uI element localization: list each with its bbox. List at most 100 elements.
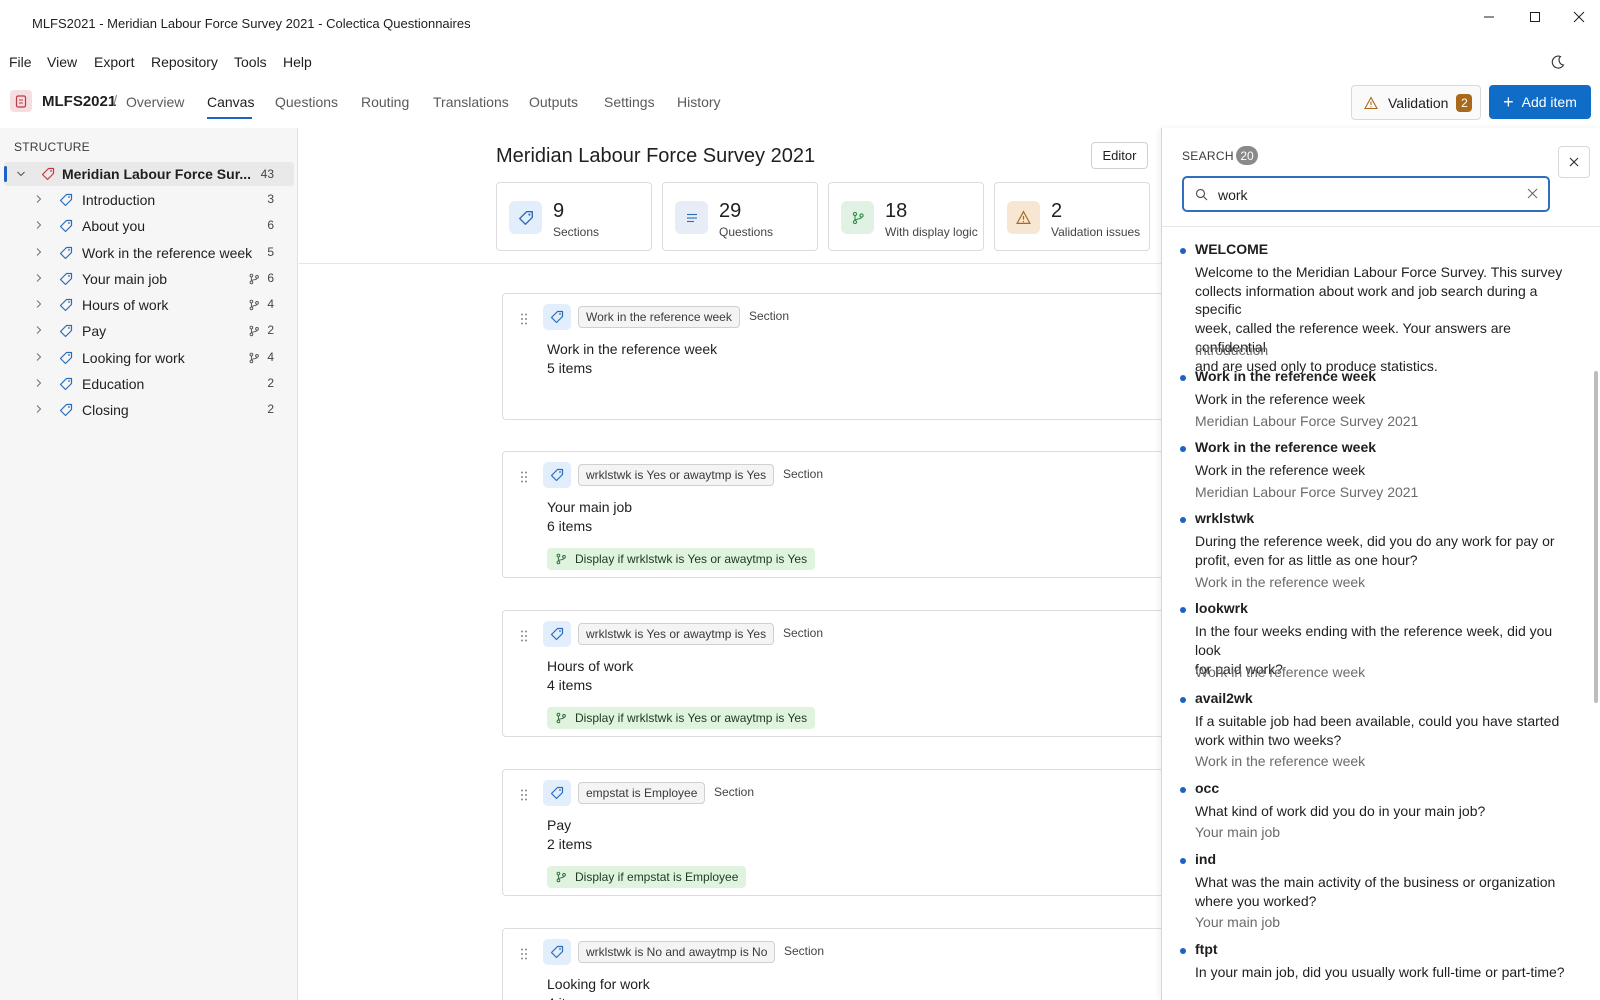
sidebar-item[interactable]: Education 2 [0, 373, 298, 397]
result-source: Meridian Labour Force Survey 2021 [1195, 483, 1419, 500]
tag-icon [59, 351, 73, 364]
sidebar-item[interactable]: Looking for work 4 [0, 347, 298, 371]
maximize-button[interactable] [1512, 0, 1558, 34]
chevron-right-icon[interactable] [34, 378, 44, 388]
branch-icon [249, 273, 259, 285]
branch-icon [852, 211, 864, 224]
tab-routing[interactable]: Routing [361, 94, 409, 110]
tag-icon [59, 298, 73, 312]
close-window-button[interactable] [1556, 0, 1600, 34]
chevron-right-icon[interactable] [34, 404, 44, 414]
sidebar-item[interactable]: Introduction 3 [0, 189, 298, 213]
menu-export[interactable]: Export [94, 54, 134, 70]
result-source: Work in the reference week [1195, 753, 1366, 770]
display-logic-text: Display if wrklstwk is Yes or awaytmp is… [575, 711, 808, 725]
tab-history[interactable]: History [677, 94, 721, 110]
chevron-right-icon[interactable] [34, 247, 44, 257]
tab-questions[interactable]: Questions [275, 94, 338, 110]
section-card[interactable]: wrklstwk is Yes or awaytmp is Yes Section… [502, 610, 1182, 737]
section-tag-box [543, 621, 571, 647]
window-title: MLFS2021 - Meridian Labour Force Survey … [32, 16, 471, 31]
stat-number: 18 [885, 200, 908, 222]
stat-number: 2 [1051, 200, 1063, 222]
chevron-right-icon[interactable] [34, 325, 44, 335]
branch-icon [249, 325, 259, 337]
clear-search-icon[interactable] [1527, 188, 1538, 199]
menu-view[interactable]: View [47, 54, 77, 70]
sidebar-item[interactable]: Your main job 6 [0, 268, 298, 292]
chevron-right-icon[interactable] [34, 352, 44, 362]
menu-tools[interactable]: Tools [234, 54, 267, 70]
drag-handle-icon[interactable] [519, 629, 529, 643]
result-title: Work in the reference week [1195, 368, 1377, 385]
stat-number: 29 [719, 200, 742, 222]
result-source: Work in the reference week [1195, 573, 1366, 590]
result-body: Welcome to the Meridian Labour Force Sur… [1195, 263, 1580, 375]
chevron-down-icon[interactable] [16, 169, 26, 179]
sidebar-heading: STRUCTURE [14, 140, 90, 154]
results-scrollbar[interactable] [1594, 371, 1598, 703]
result-bullet [1180, 248, 1186, 254]
editor-button[interactable]: Editor [1091, 142, 1148, 169]
result-source: Your main job [1195, 824, 1281, 841]
sidebar-item[interactable]: Hours of work 4 [0, 294, 298, 318]
breadcrumb-app[interactable]: MLFS2021 [42, 93, 116, 110]
menu-repository[interactable]: Repository [151, 54, 218, 70]
sidebar-item[interactable]: Work in the reference week 5 [0, 242, 298, 266]
section-title: Looking for work [547, 976, 650, 992]
result-source: Introduction [1195, 341, 1269, 358]
result-body: During the reference week, did you do an… [1195, 532, 1580, 569]
tab-settings[interactable]: Settings [604, 94, 655, 110]
section-card[interactable]: empstat is Employee Section Pay 2 items Disp… [502, 769, 1182, 896]
drag-handle-icon[interactable] [519, 312, 529, 326]
minimize-button[interactable] [1466, 0, 1512, 34]
validation-button[interactable]: Validation 2 [1351, 85, 1481, 120]
section-card[interactable]: Work in the reference week Section Work in… [502, 293, 1182, 420]
sidebar-item-count: 4 [267, 349, 274, 364]
section-title: Pay [547, 817, 572, 833]
theme-toggle-moon-icon[interactable] [1550, 54, 1566, 70]
tab-translations[interactable]: Translations [433, 94, 509, 110]
sidebar-item-count: 4 [267, 297, 274, 311]
drag-handle-icon[interactable] [519, 788, 529, 802]
result-text-line: In your main job, did you usually work f… [1195, 963, 1565, 980]
stat-number: 9 [553, 200, 565, 222]
section-card[interactable]: wrklstwk is No and awaytmp is No Section L… [502, 928, 1182, 1000]
tab-overview[interactable]: Overview [126, 94, 184, 110]
sidebar-item-count: 2 [267, 375, 274, 390]
search-input[interactable] [1218, 185, 1518, 205]
sidebar-item[interactable]: Closing 2 [0, 399, 298, 423]
chevron-right-icon[interactable] [34, 194, 44, 204]
chevron-right-icon[interactable] [34, 273, 44, 283]
menu-bar: File View Export Repository Tools Help [0, 48, 1600, 76]
tree-root-item[interactable]: Meridian Labour Force Sur... 43 [4, 162, 294, 186]
tag-icon [59, 272, 73, 285]
sidebar-item[interactable]: About you 6 [0, 215, 298, 239]
menu-file[interactable]: File [9, 54, 32, 70]
drag-handle-icon[interactable] [519, 947, 529, 961]
tag-icon [550, 627, 564, 641]
result-bullet [1180, 697, 1186, 703]
add-item-button[interactable]: + Add item [1489, 85, 1591, 119]
tab-outputs[interactable]: Outputs [529, 94, 578, 110]
tab-canvas[interactable]: Canvas [207, 94, 254, 110]
close-search-button[interactable] [1558, 146, 1590, 178]
sidebar-item-label: Hours of work [82, 297, 169, 313]
section-card[interactable]: wrklstwk is Yes or awaytmp is Yes Section… [502, 451, 1182, 578]
page-title: Meridian Labour Force Survey 2021 [496, 145, 816, 167]
drag-handle-icon[interactable] [519, 470, 529, 484]
section-item-count: 4 items [547, 995, 592, 1000]
section-item-count: 5 items [547, 360, 593, 376]
result-title: occ [1195, 779, 1220, 796]
result-bullet [1180, 375, 1186, 382]
sidebar-item-label: About you [82, 218, 146, 235]
result-body: In your main job, did you usually work f… [1195, 963, 1580, 982]
sidebar-item[interactable]: Pay 2 [0, 320, 298, 344]
result-text-line: where you worked? [1195, 892, 1317, 909]
item-kind-label: Section [714, 785, 755, 799]
result-title: ind [1195, 850, 1216, 867]
section-title: Your main job [547, 499, 633, 515]
menu-help[interactable]: Help [283, 54, 312, 70]
chevron-right-icon[interactable] [34, 220, 44, 230]
chevron-right-icon[interactable] [34, 299, 44, 309]
